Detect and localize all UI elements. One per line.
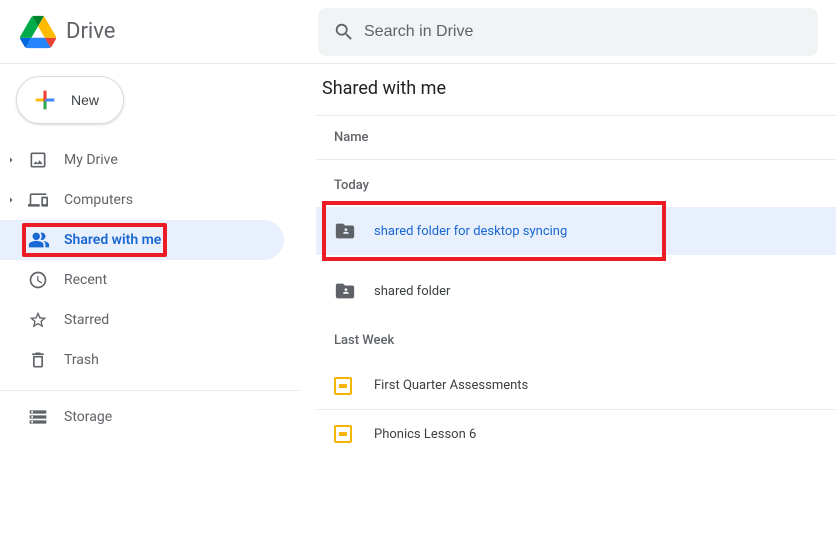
people-icon: [28, 229, 64, 251]
section-last-week: Last Week: [316, 315, 836, 362]
app-name: Drive: [66, 19, 115, 44]
slides-file-icon: [334, 425, 374, 443]
file-name: Phonics Lesson 6: [374, 427, 476, 442]
annotation-highlight: Shared with me: [22, 223, 167, 257]
sidebar-item-label: Recent: [64, 272, 107, 288]
drive-logo-icon: [20, 14, 56, 50]
sidebar-item-trash[interactable]: Trash: [0, 340, 284, 380]
sidebar-item-label: Trash: [64, 352, 99, 368]
search-input[interactable]: [364, 23, 812, 41]
chevron-right-icon: [0, 194, 22, 206]
sidebar-item-label: Starred: [64, 312, 109, 328]
logo-area[interactable]: Drive: [8, 14, 318, 50]
file-row-shared-folder[interactable]: shared folder: [316, 267, 836, 315]
sidebar-item-computers[interactable]: Computers: [0, 180, 284, 220]
file-row-shared-folder-syncing[interactable]: shared folder for desktop syncing: [316, 207, 836, 255]
main-content: Shared with me Name Today shared folder …: [300, 64, 836, 555]
sidebar-item-storage[interactable]: Storage: [0, 401, 300, 433]
divider: [0, 390, 300, 391]
shared-folder-icon: [334, 220, 374, 242]
sidebar-item-label: My Drive: [64, 152, 118, 168]
search-icon[interactable]: [324, 21, 364, 43]
storage-icon: [0, 407, 64, 427]
slides-file-icon: [334, 377, 374, 395]
sidebar-item-label: Computers: [64, 192, 133, 208]
clock-icon: [22, 270, 64, 290]
new-button-label: New: [71, 92, 99, 108]
file-row-first-quarter[interactable]: First Quarter Assessments: [316, 362, 836, 410]
file-row-phonics[interactable]: Phonics Lesson 6: [316, 410, 836, 458]
sidebar-item-shared-with-me[interactable]: Shared with me: [0, 220, 284, 260]
section-today: Today: [316, 160, 836, 207]
column-header-name[interactable]: Name: [316, 116, 836, 160]
trash-icon: [22, 350, 64, 370]
sidebar-item-starred[interactable]: Starred: [0, 300, 284, 340]
sidebar: New My Drive Computers: [0, 64, 300, 555]
sidebar-item-my-drive[interactable]: My Drive: [0, 140, 284, 180]
sidebar-item-label: Storage: [64, 409, 112, 425]
search-bar[interactable]: [318, 8, 818, 56]
computers-icon: [22, 190, 64, 210]
chevron-right-icon: [0, 154, 22, 166]
sidebar-item-label: Shared with me: [64, 232, 161, 248]
file-name: shared folder: [374, 284, 450, 299]
file-name: First Quarter Assessments: [374, 378, 528, 393]
shared-folder-icon: [334, 280, 374, 302]
my-drive-icon: [22, 150, 64, 170]
app-header: Drive: [0, 0, 836, 64]
plus-icon: [31, 86, 59, 114]
file-name: shared folder for desktop syncing: [374, 224, 567, 239]
sidebar-item-recent[interactable]: Recent: [0, 260, 284, 300]
new-button[interactable]: New: [16, 76, 124, 124]
page-title: Shared with me: [316, 78, 836, 116]
star-icon: [22, 310, 64, 330]
